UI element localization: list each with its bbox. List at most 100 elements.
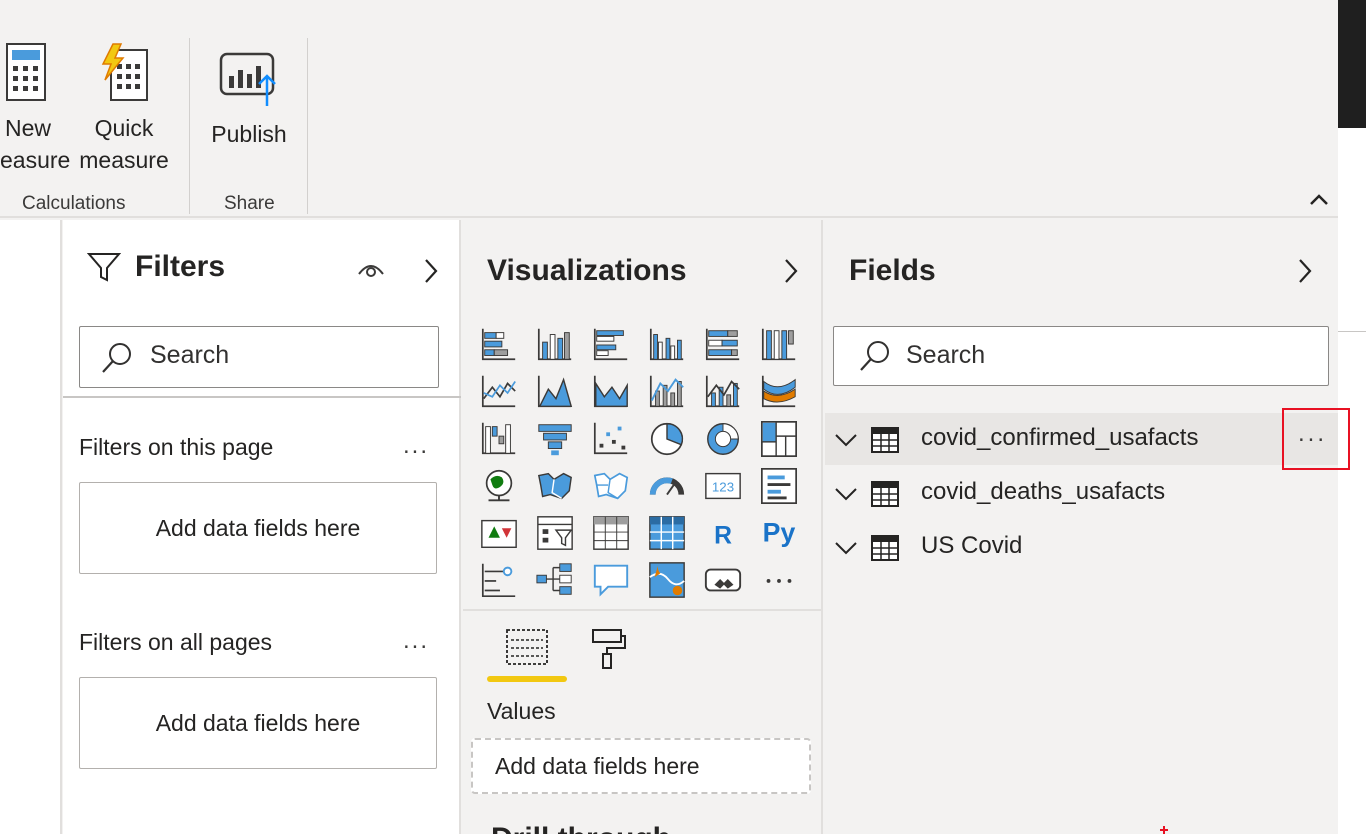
field-table-row[interactable]: US Covid bbox=[825, 521, 1338, 573]
window-edge-panel bbox=[1338, 128, 1366, 332]
matrix-icon[interactable] bbox=[647, 513, 687, 553]
chevron-down-icon[interactable] bbox=[833, 481, 859, 507]
field-table-name: US Covid bbox=[921, 532, 1023, 559]
fields-search-input[interactable]: Search bbox=[833, 326, 1329, 386]
chevron-down-icon[interactable] bbox=[833, 535, 859, 561]
fields-tab-icon[interactable] bbox=[505, 624, 549, 668]
multi-row-card-icon[interactable] bbox=[759, 466, 799, 506]
area-chart-icon[interactable] bbox=[535, 372, 575, 412]
filters-search-input[interactable]: Search bbox=[79, 326, 439, 388]
fields-search-placeholder: Search bbox=[906, 341, 986, 369]
filters-divider bbox=[63, 396, 461, 398]
card-icon[interactable]: 123 bbox=[703, 466, 743, 506]
field-table-name: covid_deaths_usafacts bbox=[921, 478, 1166, 505]
quick-measure-button[interactable]: Quick measure bbox=[78, 42, 170, 176]
new-measure-label-2: easure bbox=[0, 147, 71, 173]
svg-text:Py: Py bbox=[763, 518, 796, 548]
slicer-icon[interactable] bbox=[535, 513, 575, 553]
key-influencers-icon[interactable] bbox=[479, 560, 519, 600]
fields-tab-indicator bbox=[487, 676, 567, 682]
svg-text:R: R bbox=[714, 522, 732, 549]
line-clustered-column-icon[interactable] bbox=[647, 372, 687, 412]
table-icon bbox=[871, 427, 899, 453]
filter-icon bbox=[87, 253, 121, 282]
publish-label: Publish bbox=[211, 121, 287, 147]
filters-page-more-button[interactable]: ... bbox=[403, 432, 429, 460]
table-icon bbox=[871, 535, 899, 561]
drill-through-title: Drill through bbox=[491, 822, 671, 834]
more-visuals-icon[interactable] bbox=[759, 560, 799, 600]
qa-icon[interactable] bbox=[591, 560, 631, 600]
fields-title: Fields bbox=[849, 254, 936, 287]
field-table-row[interactable]: covid_deaths_usafacts bbox=[825, 467, 1338, 519]
eye-icon[interactable] bbox=[357, 260, 385, 280]
publish-icon bbox=[219, 52, 276, 106]
pie-chart-icon[interactable] bbox=[647, 419, 687, 459]
chevron-down-icon[interactable] bbox=[833, 427, 859, 453]
table-more-options-button[interactable]: ... bbox=[1298, 420, 1327, 448]
calculations-group-label: Calculations bbox=[22, 193, 126, 214]
decomposition-tree-icon[interactable] bbox=[535, 560, 575, 600]
clustered-column-chart-icon[interactable] bbox=[647, 325, 687, 365]
calculator-icon bbox=[6, 43, 46, 101]
publish-button[interactable]: Publish bbox=[204, 46, 294, 150]
filters-search-placeholder: Search bbox=[150, 341, 230, 369]
expand-visualizations-chevron-icon[interactable] bbox=[781, 256, 801, 286]
filled-map-icon[interactable] bbox=[535, 466, 575, 506]
power-apps-icon[interactable] bbox=[703, 560, 743, 600]
stacked-column-chart-icon[interactable] bbox=[535, 325, 575, 365]
report-canvas-edge bbox=[0, 220, 62, 834]
waterfall-chart-icon[interactable] bbox=[479, 419, 519, 459]
expand-fields-chevron-icon[interactable] bbox=[1295, 256, 1315, 286]
filters-on-all-pages-label: Filters on all pages bbox=[79, 629, 273, 655]
filters-all-drop-zone[interactable]: Add data fields here bbox=[79, 677, 437, 769]
ribbon: New easure Quick measure Publish Calcula… bbox=[0, 0, 1338, 218]
svg-text:123: 123 bbox=[712, 480, 734, 495]
ribbon-separator bbox=[307, 38, 308, 214]
kpi-icon[interactable] bbox=[479, 513, 519, 553]
arcgis-map-icon[interactable] bbox=[647, 560, 687, 600]
ribbon-separator bbox=[189, 38, 190, 214]
visualizations-pane: Visualizations 123 R Py Values Add data fi… bbox=[463, 220, 823, 834]
filters-all-more-button[interactable]: ... bbox=[403, 627, 429, 655]
treemap-icon[interactable] bbox=[759, 419, 799, 459]
r-visual-icon[interactable]: R bbox=[703, 513, 743, 553]
quick-measure-label-1: Quick bbox=[94, 115, 154, 141]
filters-page-drop-zone[interactable]: Add data fields here bbox=[79, 482, 437, 574]
quick-measure-icon bbox=[101, 43, 148, 101]
clustered-bar-chart-icon[interactable] bbox=[591, 325, 631, 365]
shape-map-icon[interactable] bbox=[591, 466, 631, 506]
search-icon bbox=[102, 343, 131, 373]
collapse-ribbon-icon[interactable] bbox=[1305, 186, 1333, 214]
ribbon-chart-icon[interactable] bbox=[759, 372, 799, 412]
values-label: Values bbox=[487, 698, 556, 724]
map-icon[interactable] bbox=[479, 466, 519, 506]
expand-filters-chevron-icon[interactable] bbox=[421, 256, 441, 286]
format-paint-roller-icon[interactable] bbox=[585, 626, 629, 670]
field-table-name: covid_confirmed_usafacts bbox=[921, 424, 1199, 451]
share-group-label: Share bbox=[224, 193, 275, 214]
scatter-chart-icon[interactable] bbox=[591, 419, 631, 459]
stacked-bar-chart-icon[interactable] bbox=[479, 325, 519, 365]
filters-on-this-page-label: Filters on this page bbox=[79, 434, 274, 460]
new-measure-button[interactable]: New easure bbox=[0, 42, 71, 176]
line-chart-icon[interactable] bbox=[479, 372, 519, 412]
100-stacked-bar-chart-icon[interactable] bbox=[703, 325, 743, 365]
python-visual-icon[interactable]: Py bbox=[759, 513, 799, 553]
100-stacked-column-chart-icon[interactable] bbox=[759, 325, 799, 365]
table-icon[interactable] bbox=[591, 513, 631, 553]
filters-pane: Filters Search Filters on this page ... … bbox=[63, 220, 461, 834]
fields-pane: Fields Search covid_confirmed_usafactsco… bbox=[825, 220, 1338, 834]
stacked-area-chart-icon[interactable] bbox=[591, 372, 631, 412]
line-stacked-column-icon[interactable] bbox=[703, 372, 743, 412]
table-icon bbox=[871, 481, 899, 507]
new-measure-label-1: New bbox=[4, 115, 51, 141]
gauge-icon[interactable] bbox=[647, 466, 687, 506]
red-marker bbox=[1160, 826, 1168, 834]
field-table-row[interactable]: covid_confirmed_usafacts bbox=[825, 413, 1338, 465]
quick-measure-label-2: measure bbox=[79, 147, 169, 173]
values-drop-zone[interactable]: Add data fields here bbox=[471, 738, 811, 794]
funnel-chart-icon[interactable] bbox=[535, 419, 575, 459]
donut-chart-icon[interactable] bbox=[703, 419, 743, 459]
gallery-divider bbox=[463, 609, 823, 611]
